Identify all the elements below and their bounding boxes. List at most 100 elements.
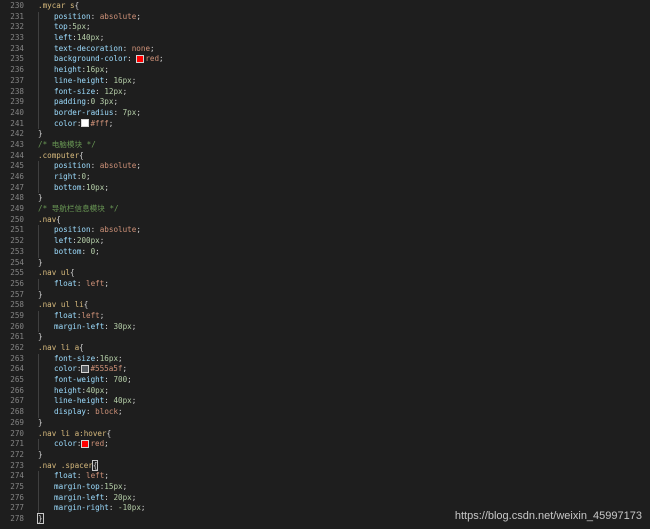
token-pun: ; [136,11,141,21]
code-line[interactable]: 240 border-radius: 7px; [0,107,650,119]
code-line[interactable]: 250 .nav{ [0,215,650,226]
code-text: display: block; [38,407,123,418]
code-line[interactable]: 255 .nav ul{ [0,268,650,279]
token-pun: ; [118,353,123,363]
code-line[interactable]: 266 height:40px; [0,385,650,397]
indent-guide [38,65,48,76]
code-line[interactable]: 267 line-height: 40px; [0,396,650,408]
indent-guide [38,310,48,322]
code-line[interactable]: 261} [0,332,650,343]
code-line[interactable]: 258 .nav ul li{ [0,300,650,311]
token-pun: ; [113,97,119,107]
line-number: 238 [10,86,24,96]
code-line[interactable]: 232 top:5px; [0,22,650,34]
color-swatch[interactable] [81,439,90,448]
token-pun: ; [104,65,109,75]
token-pun: } [38,332,43,342]
line-number: 255 [10,268,24,278]
token-pun: : [113,107,123,117]
code-line[interactable]: 242} [0,129,650,140]
code-line[interactable]: 256 float: left; [0,278,650,290]
code-line[interactable]: 265 font-weight: 700; [0,375,650,386]
code-line[interactable]: 251 position: absolute; [0,225,650,237]
line-number: 240 [10,107,24,117]
indent-guide [38,107,48,119]
code-line[interactable]: 263 font-size:16px; [0,353,650,365]
token-pun: ; [159,54,164,64]
code-text: .mycar s{ [38,1,79,12]
code-line[interactable]: 237 line-height: 16px; [0,75,650,87]
indent-guide [38,492,48,504]
code-line[interactable]: 260 margin-left: 30px; [0,321,650,333]
code-line[interactable]: 271 color: red; [0,439,650,450]
indent-guide [38,503,48,514]
code-line[interactable]: 231 position: absolute; [0,11,650,23]
line-number: 235 [10,54,24,64]
color-swatch[interactable] [81,119,90,128]
indent-guide [38,11,48,23]
code-text: margin-top:15px; [38,481,127,493]
indent-guide [38,407,48,418]
code-line[interactable]: 276 margin-left: 20px; [0,492,650,504]
token-prop: position [54,225,91,235]
token-num: 16px [86,65,105,75]
code-line[interactable]: 241 color: #fff; [0,118,650,130]
token-prop: font-size [54,353,96,363]
token-pun: : [127,54,137,64]
code-editor[interactable]: 230 .mycar s{231 position: absolute; 232 top… [0,1,650,525]
code-line[interactable]: 264 color: #555a5f; [0,364,650,376]
code-line[interactable]: 247 bottom:10px; [0,182,650,194]
code-line[interactable]: 246 right:0; [0,172,650,183]
code-line[interactable]: 243 /* 电脑模块 */ [0,140,650,151]
code-line[interactable]: 273 .nav .spacer{ [0,459,650,472]
token-num: 40px [86,385,105,395]
line-number: 242 [10,129,24,139]
code-line[interactable]: 272} [0,450,650,461]
code-line[interactable]: 253 bottom: 0; [0,246,650,258]
indent-guide [38,353,48,365]
token-prop: text-decoration [54,43,123,53]
code-line[interactable]: 270 .nav li a:hover{ [0,429,650,440]
token-num: 16px [99,353,119,363]
code-line[interactable]: 252 left:200px; [0,236,650,247]
code-line[interactable]: 274 float: left; [0,471,650,482]
code-line[interactable]: 275 margin-top:15px; [0,481,650,493]
color-swatch[interactable] [81,364,90,373]
token-pun: ; [99,236,105,246]
indent-guide [38,86,48,98]
token-pun: ; [136,107,141,117]
code-line[interactable]: 234 text-decoration: none; [0,43,650,55]
token-pun: { [106,428,112,438]
token-pun: { [56,214,61,224]
code-line[interactable]: 257} [0,290,650,301]
code-text: .nav .spacer{ [38,459,99,472]
indent-guide [38,236,48,247]
code-line[interactable]: 249 /* 导航栏信息模块 */ [0,204,650,215]
line-number: 249 [10,204,24,214]
code-text: position: absolute; [38,225,141,237]
code-line[interactable]: 254} [0,258,650,269]
code-line[interactable]: 230 .mycar s{ [0,1,650,12]
code-line[interactable]: 236 height:16px; [0,65,650,76]
code-line[interactable]: 248} [0,193,650,204]
line-number: 243 [10,139,24,149]
code-line[interactable]: 238 font-size: 12px; [0,86,650,98]
line-number: 252 [10,236,24,246]
line-number: 272 [10,449,24,459]
token-num: 15px [104,481,123,491]
code-text: position: absolute; [38,11,141,23]
code-text: float: left; [38,471,109,482]
code-line[interactable]: 244 .computer{ [0,151,650,162]
color-swatch[interactable] [136,54,145,63]
code-text: left:200px; [38,236,104,247]
code-line[interactable]: 245 position: absolute; [0,161,650,172]
token-prop: font-weight [54,375,105,385]
code-line[interactable]: 235 background-color: red; [0,54,650,66]
code-line[interactable]: 259 float:left; [0,310,650,322]
code-line[interactable]: 269} [0,418,650,429]
line-number: 267 [10,396,24,406]
code-line[interactable]: 239 padding:0 3px; [0,97,650,108]
code-line[interactable]: 233 left:140px; [0,33,650,44]
code-line[interactable]: 262 .nav li a{ [0,343,650,354]
code-line[interactable]: 268 display: block; [0,407,650,418]
